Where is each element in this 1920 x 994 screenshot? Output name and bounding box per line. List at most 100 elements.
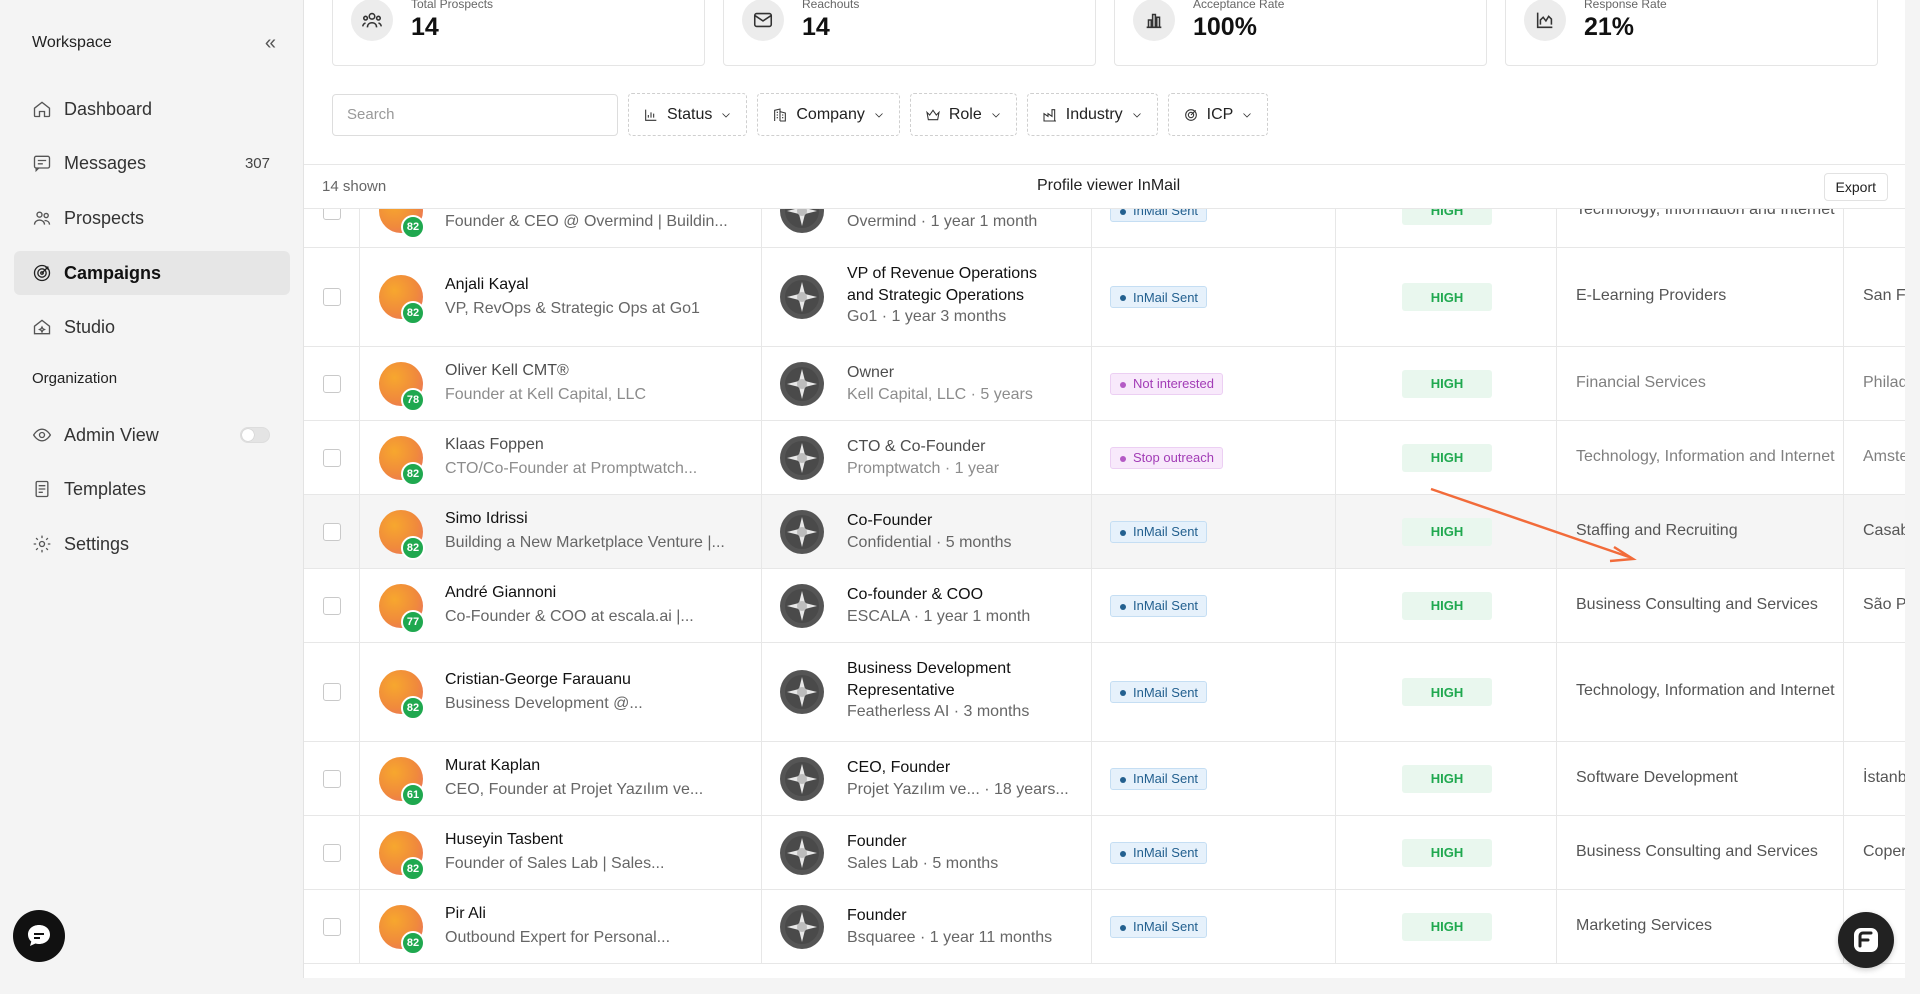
row-checkbox[interactable] bbox=[323, 448, 341, 467]
prospect-name[interactable]: Huseyin Tasbent bbox=[445, 831, 563, 849]
role-title: Founder bbox=[847, 833, 907, 850]
area-chart-icon bbox=[1524, 0, 1566, 41]
stat-card-response-rate: Response Rate 21% bbox=[1505, 0, 1878, 66]
sidebar-item-messages[interactable]: Messages 307 bbox=[14, 141, 290, 185]
status-cell: InMail Sent bbox=[1092, 495, 1336, 568]
help-widget-button[interactable] bbox=[1838, 912, 1894, 968]
tenure: 1 year 3 months bbox=[891, 307, 1007, 325]
company-name: Kell Capital, LLC bbox=[847, 386, 967, 403]
role-cell: Founder Sales Lab · 5 months bbox=[762, 816, 1092, 889]
industry-text: Technology, Information and Internet bbox=[1576, 682, 1835, 699]
table-row[interactable]: 82 Simo Idrissi Building a New Marketpla… bbox=[304, 495, 1906, 569]
prospect-name[interactable]: Oliver Kell CMT® bbox=[445, 362, 569, 380]
checkbox-cell bbox=[304, 209, 360, 247]
sidebar-item-campaigns[interactable]: Campaigns bbox=[14, 251, 290, 295]
row-checkbox[interactable] bbox=[323, 769, 341, 788]
sidebar-item-admin-view[interactable]: Admin View bbox=[14, 413, 290, 457]
industry-filter-button[interactable]: Industry bbox=[1026, 93, 1158, 136]
admin-view-toggle[interactable] bbox=[240, 427, 270, 443]
sidebar-item-prospects[interactable]: Prospects bbox=[14, 196, 290, 240]
industry-cell: Business Consulting and Services bbox=[1557, 569, 1844, 642]
role-filter-button[interactable]: Role bbox=[909, 93, 1017, 136]
location-cell: Casab bbox=[1844, 495, 1906, 568]
sidebar-item-studio[interactable]: Studio bbox=[14, 305, 290, 349]
prospect-headline: Outbound Expert for Personal... bbox=[445, 929, 671, 946]
chat-support-button[interactable] bbox=[13, 910, 65, 962]
stat-label: Reachouts bbox=[802, 0, 860, 11]
prospect-name[interactable]: Simo Idrissi bbox=[445, 510, 528, 528]
row-checkbox[interactable] bbox=[323, 843, 341, 862]
company-filter-button[interactable]: Company bbox=[757, 93, 900, 136]
checkbox-cell bbox=[304, 248, 360, 346]
person-cell[interactable]: 78 Oliver Kell CMT® Founder at Kell Capi… bbox=[360, 347, 762, 420]
table-row[interactable]: 82 Anjali Kayal VP, RevOps & Strategic O… bbox=[304, 248, 1906, 347]
prospect-name[interactable]: Pir Ali bbox=[445, 905, 486, 923]
sidebar-item-label: Settings bbox=[64, 533, 130, 554]
table-row[interactable]: 82 Huseyin Tasbent Founder of Sales Lab … bbox=[304, 816, 1906, 890]
messages-count: 307 bbox=[244, 154, 270, 172]
vertical-scrollbar[interactable] bbox=[1905, 0, 1920, 994]
sidebar-item-dashboard[interactable]: Dashboard bbox=[14, 87, 290, 131]
row-checkbox[interactable] bbox=[323, 596, 341, 615]
row-checkbox[interactable] bbox=[323, 522, 341, 541]
search-input[interactable] bbox=[332, 93, 618, 136]
person-cell[interactable]: 82 Cristian-George Farauanu Business Dev… bbox=[360, 643, 762, 741]
location-text: Casab bbox=[1863, 521, 1906, 539]
person-cell[interactable]: 82 Pir Ali Outbound Expert for Personal.… bbox=[360, 890, 762, 963]
filter-label: Company bbox=[796, 105, 865, 123]
sidebar-item-templates[interactable]: Templates bbox=[14, 467, 290, 511]
checkbox-cell bbox=[304, 643, 360, 741]
location-cell: San Fr bbox=[1844, 248, 1906, 346]
table-row[interactable]: 82 Klaas Foppen CTO/Co-Founder at Prompt… bbox=[304, 421, 1906, 495]
person-cell[interactable]: 61 Murat Kaplan CEO, Founder at Projet Y… bbox=[360, 742, 762, 815]
location-text: Amste bbox=[1863, 447, 1906, 465]
score-badge: 82 bbox=[401, 696, 425, 720]
person-cell[interactable]: 82 Huseyin Tasbent Founder of Sales Lab … bbox=[360, 816, 762, 889]
prospect-name[interactable]: Cristian-George Farauanu bbox=[445, 671, 631, 689]
person-cell[interactable]: 82 Anjali Kayal VP, RevOps & Strategic O… bbox=[360, 248, 762, 346]
filter-label: ICP bbox=[1206, 105, 1234, 123]
table-row[interactable]: 77 André Giannoni Co-Founder & COO at es… bbox=[304, 569, 1906, 643]
company-name: Overmind bbox=[847, 213, 917, 230]
status-badge: InMail Sent bbox=[1110, 767, 1208, 790]
row-checkbox[interactable] bbox=[323, 209, 341, 220]
icp-filter-button[interactable]: ICP bbox=[1167, 93, 1269, 136]
score-badge: 61 bbox=[401, 782, 425, 807]
row-checkbox[interactable] bbox=[323, 374, 341, 393]
location-cell bbox=[1844, 643, 1906, 741]
collapse-sidebar-icon[interactable]: « bbox=[265, 33, 276, 53]
company-logo-icon bbox=[780, 509, 824, 554]
sidebar-item-label: Campaigns bbox=[64, 262, 162, 283]
sidebar-item-settings[interactable]: Settings bbox=[14, 522, 290, 566]
prospect-name[interactable]: Anjali Kayal bbox=[445, 276, 529, 294]
industry-text: Business Consulting and Services bbox=[1576, 842, 1818, 860]
person-cell[interactable]: 82 Tyler Edwards Founder & CEO @ Overmin… bbox=[360, 209, 762, 247]
prospect-name[interactable]: Klaas Foppen bbox=[445, 436, 544, 454]
table-row[interactable]: 78 Oliver Kell CMT® Founder at Kell Capi… bbox=[304, 347, 1906, 421]
table-row[interactable]: 82 Cristian-George Farauanu Business Dev… bbox=[304, 643, 1906, 742]
status-badge: InMail Sent bbox=[1110, 594, 1208, 617]
score-badge: 82 bbox=[401, 214, 425, 239]
person-cell[interactable]: 77 André Giannoni Co-Founder & COO at es… bbox=[360, 569, 762, 642]
status-filter-button[interactable]: Status bbox=[628, 93, 748, 136]
table-row[interactable]: 82 Pir Ali Outbound Expert for Personal.… bbox=[304, 890, 1906, 964]
house-sparkle-icon bbox=[32, 317, 52, 337]
export-button[interactable]: Export bbox=[1823, 173, 1888, 201]
table-row[interactable]: 82 Tyler Edwards Founder & CEO @ Overmin… bbox=[304, 209, 1906, 248]
row-checkbox[interactable] bbox=[323, 288, 341, 306]
person-cell[interactable]: 82 Klaas Foppen CTO/Co-Founder at Prompt… bbox=[360, 421, 762, 494]
horizontal-scrollbar[interactable] bbox=[303, 978, 1905, 994]
company-name: ESCALA bbox=[847, 608, 910, 625]
table-row[interactable]: 61 Murat Kaplan CEO, Founder at Projet Y… bbox=[304, 742, 1906, 816]
person-cell[interactable]: 82 Simo Idrissi Building a New Marketpla… bbox=[360, 495, 762, 568]
role-cell: Founder Bsquaree · 1 year 11 months bbox=[762, 890, 1092, 963]
prospect-name[interactable]: Murat Kaplan bbox=[445, 757, 540, 775]
row-checkbox[interactable] bbox=[323, 683, 341, 701]
status-badge: InMail Sent bbox=[1110, 915, 1208, 938]
score-badge: 82 bbox=[401, 301, 425, 325]
row-checkbox[interactable] bbox=[323, 917, 341, 936]
stat-label: Total Prospects bbox=[411, 0, 494, 11]
prospect-headline: CEO, Founder at Projet Yazılım ve... bbox=[445, 781, 704, 798]
status-badge: InMail Sent bbox=[1110, 286, 1208, 308]
prospect-name[interactable]: André Giannoni bbox=[445, 584, 556, 602]
